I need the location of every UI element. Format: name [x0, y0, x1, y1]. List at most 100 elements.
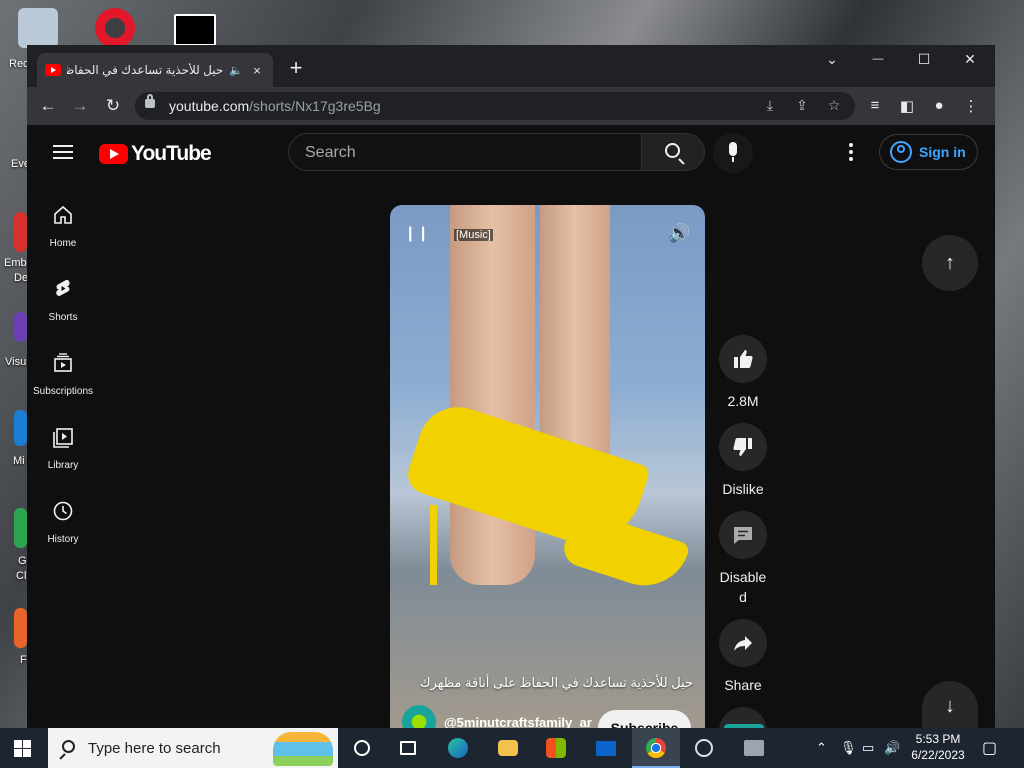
like-action: 2.8M	[719, 335, 767, 411]
channel-avatar[interactable]	[402, 705, 436, 728]
dislike-action: Dislike	[719, 423, 767, 499]
recycle-bin-icon[interactable]	[18, 8, 58, 48]
youtube-logo-icon	[99, 144, 128, 164]
app-icon[interactable]	[14, 212, 27, 252]
chrome-taskbar-icon	[646, 738, 666, 758]
guide-item-library[interactable]: Library	[27, 425, 99, 471]
lock-icon[interactable]	[145, 94, 155, 108]
share-page-icon[interactable]: ⇪	[793, 97, 811, 114]
previous-short-button[interactable]: ↑	[922, 235, 978, 291]
tab-close-button[interactable]: ×	[249, 63, 265, 78]
task-view-button[interactable]	[338, 728, 386, 768]
settings-kebab-icon[interactable]	[849, 143, 853, 164]
guide-item-subscriptions[interactable]: Subscriptions	[27, 351, 99, 397]
caption-tag: [Music]	[454, 229, 493, 241]
library-icon	[53, 428, 73, 448]
pause-icon[interactable]: | |	[408, 225, 427, 243]
share-button[interactable]	[719, 619, 767, 667]
comments-disabled-label: Disable d	[715, 567, 771, 607]
chrome-desktop-icon[interactable]	[14, 508, 27, 548]
reading-list-icon[interactable]: ≡	[865, 97, 885, 114]
search-icon	[665, 143, 680, 158]
edge-icon[interactable]	[14, 410, 27, 446]
sign-in-button[interactable]: Sign in	[879, 134, 978, 170]
windows-start-icon[interactable]	[14, 740, 31, 757]
arrow-up-icon: ↑	[945, 252, 955, 274]
desktop-label-g: G	[18, 555, 27, 567]
guide-label-shorts: Shorts	[48, 312, 78, 323]
account-icon	[890, 141, 912, 163]
youtube-logo-text: YouTube	[131, 142, 212, 165]
volume-icon[interactable]: 🔊	[668, 223, 690, 244]
bookmark-star-icon[interactable]: ☆	[825, 97, 843, 114]
comments-button[interactable]	[719, 511, 767, 559]
browser-menu-icon[interactable]: ⋮	[961, 97, 981, 115]
youtube-favicon-icon	[45, 64, 61, 76]
tab-youtube-short[interactable]: حيل للأحذية تساعدك في الحفاظ 🔈 ×	[37, 53, 273, 87]
maximize-button[interactable]: ☐	[909, 51, 939, 68]
search-input[interactable]: Search	[288, 133, 642, 171]
dislike-button[interactable]	[719, 423, 767, 471]
taskbar-obs[interactable]	[680, 728, 728, 768]
like-button[interactable]	[719, 335, 767, 383]
visual-studio-icon[interactable]	[14, 312, 27, 342]
opera-icon[interactable]	[95, 8, 135, 48]
back-arrow-icon[interactable]: ←	[37, 96, 59, 116]
taskbar-store[interactable]	[532, 728, 580, 768]
voice-search-button[interactable]	[713, 133, 753, 173]
guide-item-shorts[interactable]: Shorts	[27, 277, 99, 323]
tab-title: حيل للأحذية تساعدك في الحفاظ	[67, 63, 224, 77]
minimize-button[interactable]: —	[863, 53, 893, 65]
url-text[interactable]: youtube.com/shorts/Nx17g3re5Bg	[169, 98, 381, 114]
side-panel-icon[interactable]: ◧	[897, 97, 917, 115]
show-hidden-icons[interactable]: ⌃	[816, 740, 827, 756]
home-icon	[54, 205, 72, 224]
short-video-player[interactable]: | | [Music] 🔊 حيل للأحذية تساعدك في الحف…	[390, 205, 705, 728]
browser-toolbar: ← → ↻ youtube.com/shorts/Nx17g3re5Bg ⤓ ⇪…	[27, 87, 995, 125]
youtube-logo[interactable]: YouTube	[99, 142, 212, 166]
store-icon	[546, 738, 566, 758]
clock-date: 6/22/2023	[911, 748, 965, 762]
url-host: youtube.com	[169, 98, 250, 114]
thumbs-down-icon	[733, 438, 752, 456]
forward-arrow-icon[interactable]: →	[69, 96, 91, 116]
next-short-button-visible[interactable]: ↓	[922, 681, 978, 728]
comments-action: Disable d	[715, 511, 771, 607]
profile-icon[interactable]: ●	[929, 97, 949, 114]
speaker-icon[interactable]: 🔈	[229, 64, 243, 77]
widgets-button[interactable]	[384, 728, 432, 768]
channel-name[interactable]: @5minutcraftsfamily_ar	[444, 715, 592, 729]
channel-row[interactable]: @5minutcraftsfamily_ar	[402, 705, 592, 728]
taskbar-file-explorer[interactable]	[484, 728, 532, 768]
folder-icon	[498, 740, 518, 756]
subscribe-button[interactable]: Subscribe	[598, 710, 691, 728]
taskbar-photos[interactable]	[730, 728, 778, 768]
network-icon[interactable]: ▭	[862, 740, 874, 756]
7zip-icon[interactable]	[174, 14, 216, 46]
photos-icon	[744, 740, 764, 756]
youtube-page: YouTube Search Sign in Home Shorts Subsc…	[27, 125, 995, 728]
install-app-icon[interactable]: ⤓	[761, 97, 779, 114]
new-tab-button[interactable]: +	[285, 57, 307, 79]
microphone-tray-icon[interactable]: 🎙	[840, 740, 857, 756]
taskbar-chrome[interactable]	[632, 728, 680, 768]
taskbar-mail[interactable]	[582, 728, 630, 768]
close-window-button[interactable]: ✕	[955, 51, 985, 68]
tab-search-dropdown-button[interactable]: ⌄	[817, 51, 847, 68]
taskbar-search-box[interactable]: Type here to search	[48, 728, 338, 768]
search-button[interactable]	[641, 133, 705, 171]
taskbar-search-icon	[62, 740, 75, 753]
short-title[interactable]: حيل للأحذية تساعدك في الحفاظ على أناقة م…	[390, 675, 693, 691]
guide-item-home[interactable]: Home	[27, 203, 99, 249]
hamburger-menu-icon[interactable]	[53, 145, 73, 159]
task-view-icon	[354, 740, 370, 756]
comments-label-line1: Disable	[719, 569, 767, 585]
reload-icon[interactable]: ↻	[102, 96, 124, 116]
desktop-label-recycle: Rec	[9, 58, 29, 70]
taskbar-clock[interactable]: 5:53 PM 6/22/2023	[898, 731, 978, 763]
notification-center-icon[interactable]: ▢	[982, 738, 997, 758]
firefox-icon[interactable]	[14, 608, 27, 648]
address-bar[interactable]: youtube.com/shorts/Nx17g3re5Bg ⤓ ⇪ ☆	[135, 92, 855, 120]
taskbar-edge[interactable]	[434, 728, 482, 768]
guide-item-history[interactable]: History	[27, 499, 99, 545]
